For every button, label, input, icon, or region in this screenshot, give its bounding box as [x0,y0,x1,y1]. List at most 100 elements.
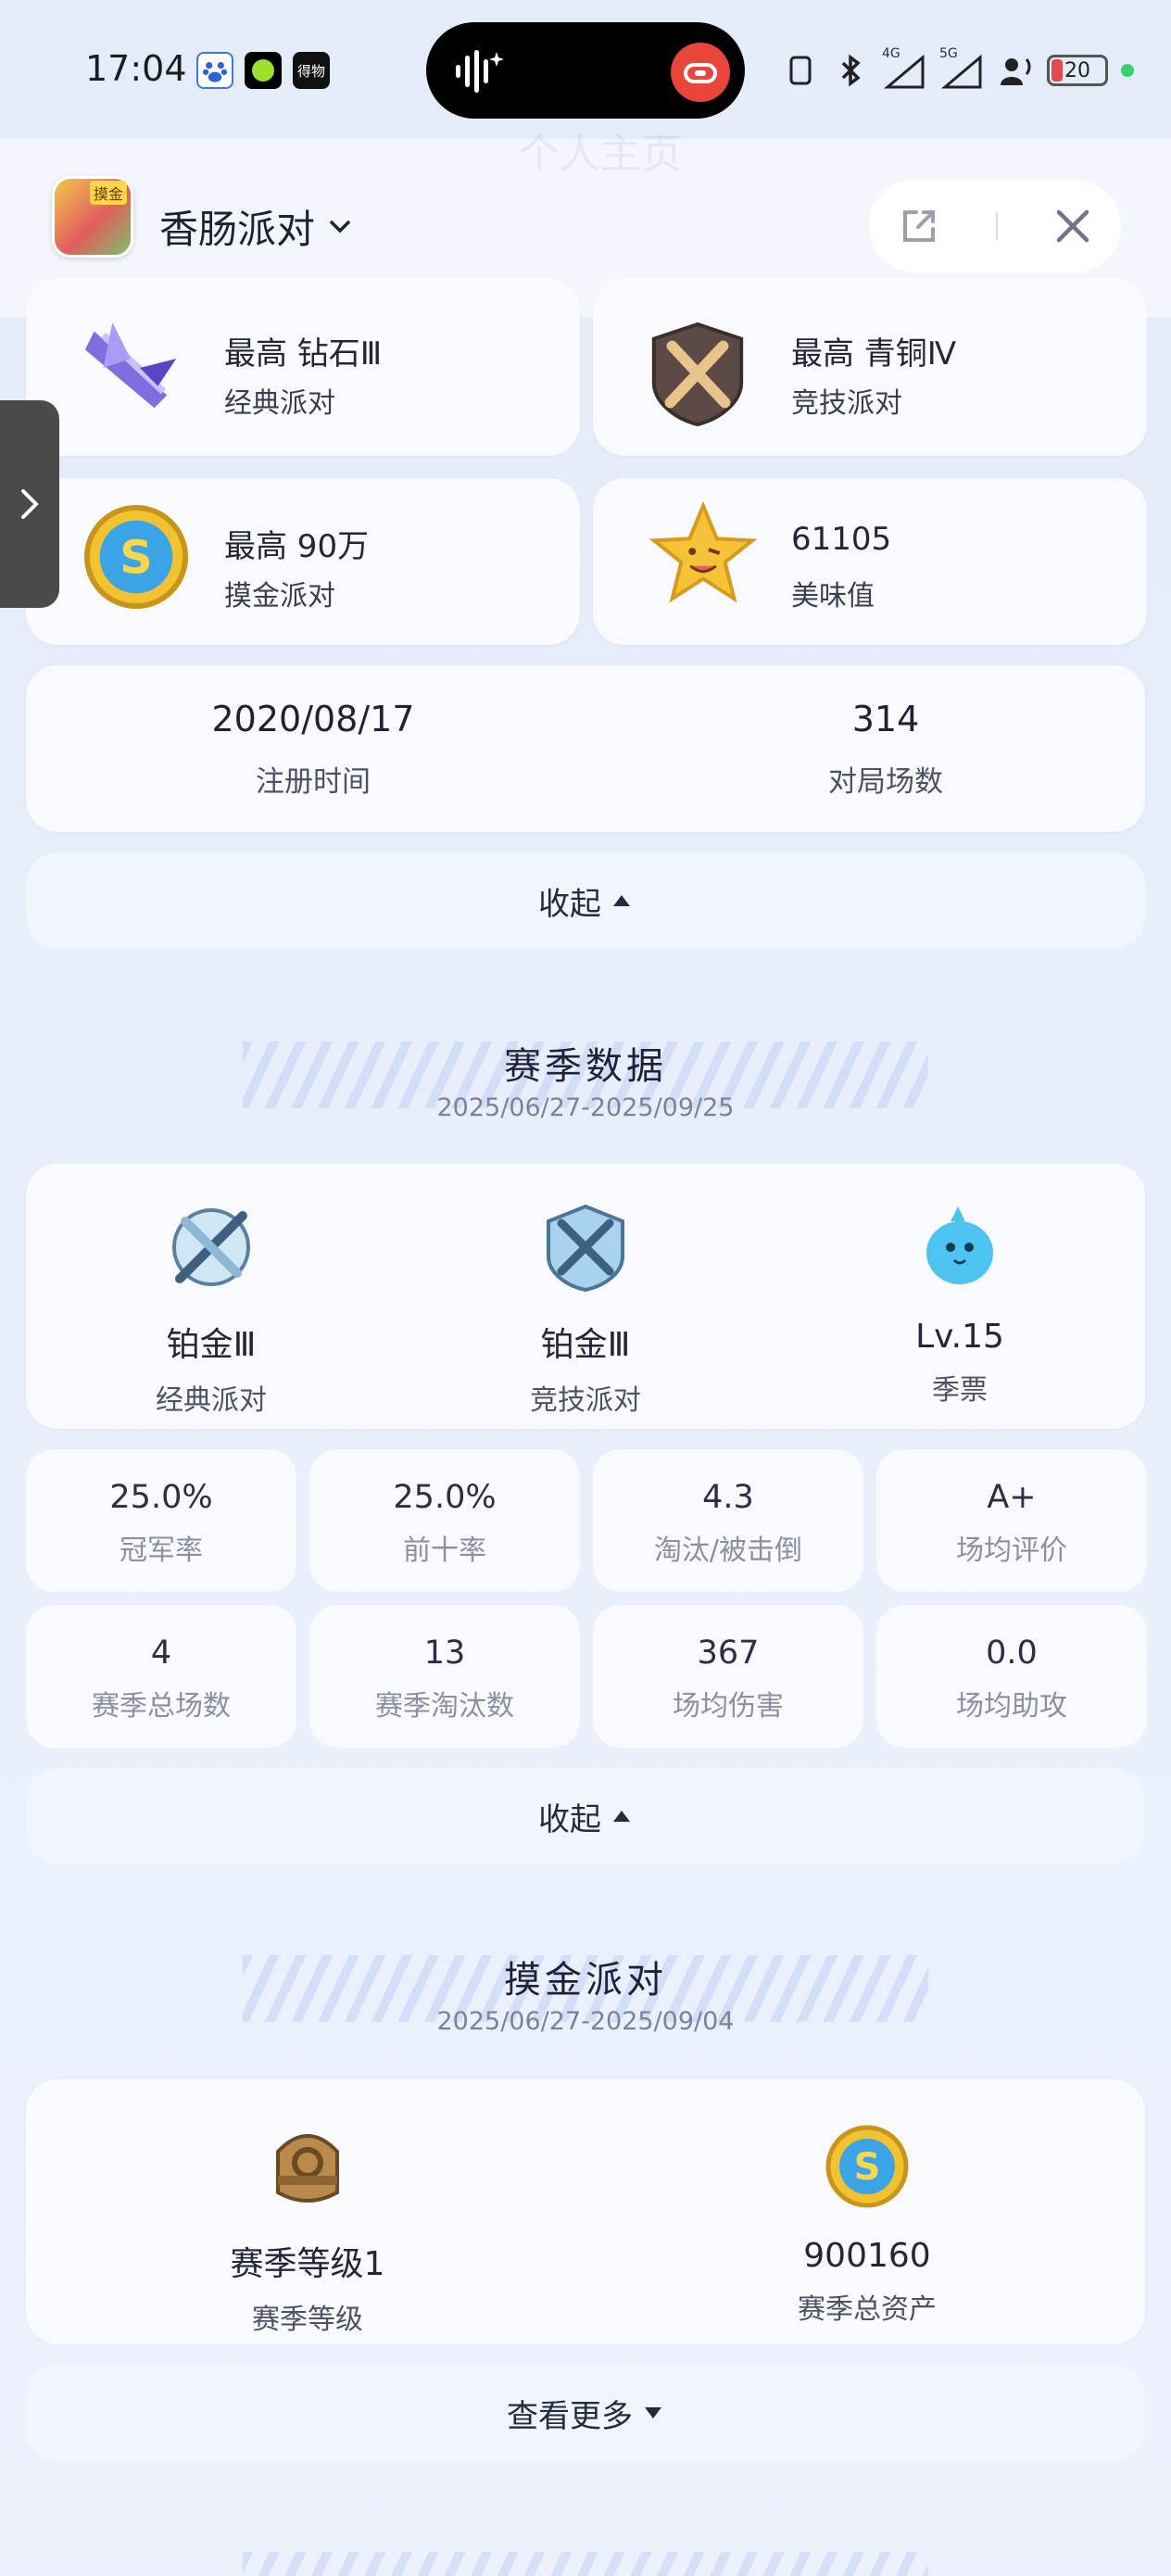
stat-card-competitive: 最高 青铜Ⅳ 竞技派对 [593,278,1147,456]
gold-total-assets: S 900160 赛季总资产 [728,2120,1006,2327]
screen-record-button[interactable] [671,43,730,102]
baidu-app-icon [196,52,233,89]
stat-avg-damage: 367 场均伤害 [593,1605,863,1748]
platinum-competitive-icon [547,1204,624,1293]
clock: 17:04 [85,48,187,89]
nfc-icon [789,56,812,85]
mini-program-capsule [869,180,1121,272]
section-title: 摸金派对 [504,1959,667,2001]
green-ball-app-icon [245,52,282,89]
dewu-app-icon: 得物 [293,52,330,89]
chevron-down-icon [330,220,350,233]
stat-label: 冠军率 [120,1534,203,1567]
tier-competitive: 铂金Ⅲ 竞技派对 [447,1201,724,1418]
stat-top10-rate: 25.0% 前十率 [309,1449,580,1592]
chevron-right-icon [21,489,39,519]
stat-total-matches: 4 赛季总场数 [26,1605,296,1748]
triangle-up-icon [613,895,630,906]
platinum-classic-icon [172,1208,250,1286]
matches-block: 314 对局场数 [582,699,1171,800]
star-face-icon [648,500,758,603]
stat-sub: 经典派对 [224,387,335,420]
matches-label: 对局场数 [828,765,943,799]
status-bar: 17:04 得物 4G 5G 20 [0,0,1171,139]
stat-value: A+ [987,1479,1037,1516]
stat-value: 367 [697,1635,760,1672]
item-label: 赛季等级 [252,2304,363,2336]
tier-label: 经典派对 [156,1384,267,1417]
close-icon[interactable] [1051,205,1094,247]
register-date-block: 2020/08/17 注册时间 [26,699,600,800]
collapse-season-button[interactable]: 收起 [26,1768,1145,1864]
svg-text:S: S [120,531,152,585]
app-switcher[interactable]: 香肠派对 [159,198,352,255]
season-level-badge-icon [276,2134,339,2203]
item-label: 赛季总资产 [798,2293,937,2326]
record-icon [684,63,717,83]
triangle-up-icon [613,1811,630,1822]
register-date: 2020/08/17 [211,699,415,739]
tier-season-pass: Lv.15 季票 [821,1201,1099,1408]
stat-label: 赛季总场数 [92,1690,231,1723]
triangle-down-icon [645,2407,661,2418]
faded-page-title: 个人主页 [519,131,682,178]
voice-wave-icon [456,50,504,93]
stat-value: 0.0 [986,1635,1038,1672]
tier-value: 铂金Ⅲ [540,1326,631,1364]
season-tier-card: 铂金Ⅲ 经典派对 铂金Ⅲ 竞技派对 Lv.15 季票 [26,1164,1145,1429]
stat-value: 25.0% [109,1479,213,1516]
share-icon[interactable] [896,203,942,249]
tier-classic: 铂金Ⅲ 经典派对 [72,1201,350,1418]
match-count: 314 [851,699,920,739]
stat-value: 4 [150,1635,172,1672]
season-section-header: 赛季数据 2025/06/27-2025/09/25 [0,1036,1171,1122]
stat-main: 最高 钻石Ⅲ [224,335,383,373]
section-date-range: 2025/06/27-2025/09/25 [436,1093,735,1122]
signal-5g-icon: 5G [939,46,984,89]
bronze-rank-icon [651,322,744,427]
stat-main: 61105 [791,521,892,558]
dynamic-island[interactable] [426,22,745,119]
view-more-label: 查看更多 [507,2397,633,2435]
stat-sub: 摸金派对 [224,580,335,612]
item-value: 赛季等级1 [230,2245,385,2283]
item-value: 900160 [803,2237,931,2275]
stat-avg-rating: A+ 场均评价 [876,1449,1147,1592]
register-label: 注册时间 [256,765,371,799]
stat-main: 最高 90万 [224,528,370,565]
stat-total-eliminations: 13 赛季淘汰数 [309,1605,580,1748]
capsule-divider [996,212,998,240]
summary-card: 2020/08/17 注册时间 314 对局场数 [26,665,1145,832]
collapse-label: 收起 [538,1800,601,1838]
stat-value: 25.0% [393,1479,497,1516]
app-name: 香肠派对 [159,207,316,252]
logo-badge: 摸金 [89,181,127,205]
bluetooth-icon [841,54,861,87]
stat-label: 淘汰/被击倒 [653,1534,803,1567]
collapse-profile-button[interactable]: 收起 [26,852,1145,949]
stat-label: 场均助攻 [956,1690,1067,1723]
stat-card-classic: 最高 钻石Ⅲ 经典派对 [26,278,580,456]
gold-season-level: 赛季等级1 赛季等级 [169,2120,447,2337]
tier-value: 铂金Ⅲ [166,1326,257,1364]
view-more-button[interactable]: 查看更多 [26,2365,1145,2461]
hotspot-user-icon [1001,57,1031,85]
side-drawer-handle[interactable] [0,400,59,608]
tier-value: Lv.15 [915,1318,1004,1356]
stat-label: 赛季淘汰数 [375,1690,514,1723]
stat-label: 场均伤害 [673,1690,784,1723]
app-logo[interactable]: 摸金 [52,176,133,258]
stat-sub: 竞技派对 [791,387,902,420]
tier-label: 竞技派对 [530,1384,641,1417]
signal-4g-icon: 4G [882,46,926,89]
stat-main: 最高 青铜Ⅳ [791,335,957,373]
gold-coin-icon: S [83,504,189,610]
gold-party-card: 赛季等级1 赛季等级 S 900160 赛季总资产 [26,2079,1145,2344]
svg-text:S: S [854,2146,881,2189]
stat-card-taste: 61105 美味值 [593,478,1147,645]
collapse-label: 收起 [538,885,601,923]
stat-card-gold: S 最高 90万 摸金派对 [26,478,580,645]
gold-coin-icon: S [825,2125,909,2208]
stat-label: 场均评价 [956,1534,1067,1567]
stat-kd: 4.3 淘汰/被击倒 [593,1449,863,1592]
